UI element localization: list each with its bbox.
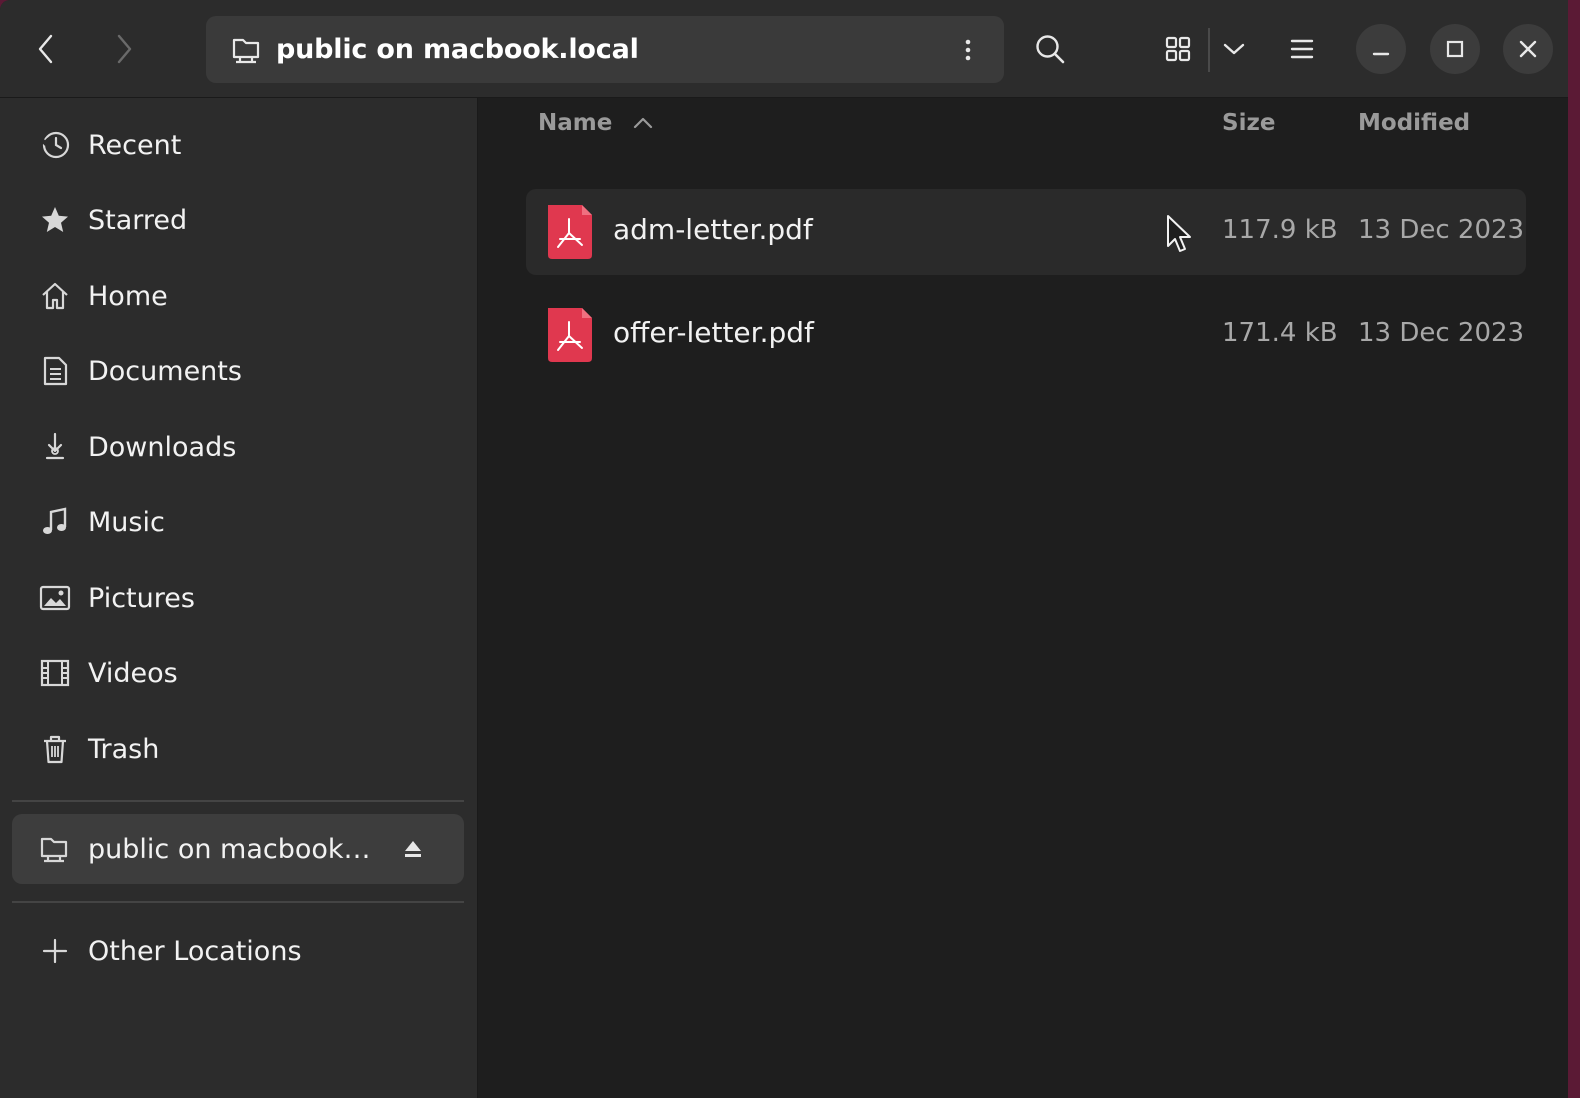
sidebar-item-recent[interactable]: Recent: [12, 110, 464, 180]
file-manager-window: public on macbook.local Recent Starred H…: [0, 0, 1568, 1098]
location-menu-button[interactable]: [950, 30, 986, 70]
download-icon: [38, 429, 72, 465]
forward-button[interactable]: [102, 26, 146, 72]
pdf-icon: [548, 205, 592, 259]
network-folder-icon: [232, 38, 260, 64]
sidebar-item-videos[interactable]: Videos: [12, 638, 464, 708]
column-header-modified[interactable]: Modified: [1358, 110, 1470, 136]
sidebar-item-trash[interactable]: Trash: [12, 714, 464, 784]
view-toggle-button[interactable]: [1154, 24, 1202, 74]
sidebar-item-label: Home: [88, 280, 168, 312]
sidebar-item-music[interactable]: Music: [12, 487, 464, 557]
sidebar-item-label: Music: [88, 506, 165, 538]
film-icon: [38, 655, 72, 691]
sidebar-item-label: public on macbook…: [88, 833, 371, 865]
eject-icon[interactable]: [398, 834, 428, 864]
maximize-button[interactable]: [1430, 24, 1480, 74]
search-icon: [1036, 35, 1065, 64]
location-bar[interactable]: public on macbook.local: [206, 16, 1004, 83]
file-name: offer-letter.pdf: [613, 316, 814, 349]
sidebar-item-label: Videos: [88, 657, 178, 689]
file-modified: 13 Dec 2023: [1358, 318, 1525, 348]
sidebar-item-label: Starred: [88, 204, 188, 236]
sidebar-item-label: Downloads: [88, 431, 237, 463]
toolbar-separator: [1208, 28, 1210, 72]
sidebar-item-label: Documents: [88, 355, 242, 387]
sidebar-item-starred[interactable]: Starred: [12, 185, 464, 255]
sidebar-item-documents[interactable]: Documents: [12, 336, 464, 406]
sidebar-item-home[interactable]: Home: [12, 261, 464, 331]
search-button[interactable]: [1026, 24, 1074, 74]
header-bar: public on macbook.local: [0, 0, 1568, 98]
vertical-ellipsis-icon: [965, 39, 971, 61]
sidebar-item-label: Other Locations: [88, 935, 302, 967]
music-icon: [38, 504, 72, 540]
view-options-button[interactable]: [1212, 24, 1256, 74]
file-row[interactable]: adm-letter.pdf 117.9 kB 13 Dec 2023: [526, 189, 1526, 275]
main-menu-button[interactable]: [1278, 24, 1326, 74]
file-row[interactable]: offer-letter.pdf 171.4 kB 13 Dec 2023: [526, 292, 1526, 378]
minimize-icon: [1372, 52, 1390, 56]
plus-icon: [38, 933, 72, 969]
sidebar: Recent Starred Home Documents Downloads: [0, 98, 478, 1098]
file-modified: 13 Dec 2023: [1358, 215, 1525, 245]
sidebar-item-pictures[interactable]: Pictures: [12, 563, 464, 633]
chevron-right-icon: [117, 34, 132, 64]
chevron-left-icon: [38, 34, 53, 64]
chevron-up-icon: [634, 117, 653, 129]
location-label: public on macbook.local: [276, 34, 639, 65]
trash-icon: [38, 731, 72, 767]
sidebar-item-label: Trash: [88, 733, 160, 765]
sidebar-separator: [12, 800, 464, 802]
mouse-pointer-icon: [1167, 215, 1191, 252]
minimize-button[interactable]: [1356, 24, 1406, 74]
home-icon: [38, 278, 72, 314]
column-header-name[interactable]: Name: [538, 110, 654, 136]
sidebar-item-label: Pictures: [88, 582, 195, 614]
back-button[interactable]: [24, 26, 68, 72]
file-name: adm-letter.pdf: [613, 213, 813, 246]
file-list-view: Name Size Modified adm-letter.pdf 117.9 …: [478, 98, 1568, 1098]
close-button[interactable]: [1503, 24, 1553, 74]
document-icon: [38, 353, 72, 389]
star-icon: [38, 202, 72, 238]
close-icon: [1519, 40, 1537, 58]
sidebar-item-network-mount[interactable]: public on macbook…: [12, 814, 464, 884]
picture-icon: [38, 580, 72, 616]
column-header-size[interactable]: Size: [1222, 110, 1275, 136]
file-size: 117.9 kB: [1222, 215, 1338, 245]
sidebar-separator: [12, 901, 464, 903]
clock-icon: [38, 127, 72, 163]
sidebar-item-other-locations[interactable]: Other Locations: [12, 916, 464, 986]
chevron-down-icon: [1223, 43, 1245, 55]
pdf-icon: [548, 308, 592, 362]
network-folder-icon: [38, 831, 72, 867]
file-size: 171.4 kB: [1222, 318, 1338, 348]
sidebar-item-downloads[interactable]: Downloads: [12, 412, 464, 482]
hamburger-menu-icon: [1290, 39, 1314, 59]
sidebar-item-label: Recent: [88, 129, 182, 161]
grid-view-icon: [1165, 36, 1191, 62]
maximize-icon: [1446, 40, 1464, 58]
